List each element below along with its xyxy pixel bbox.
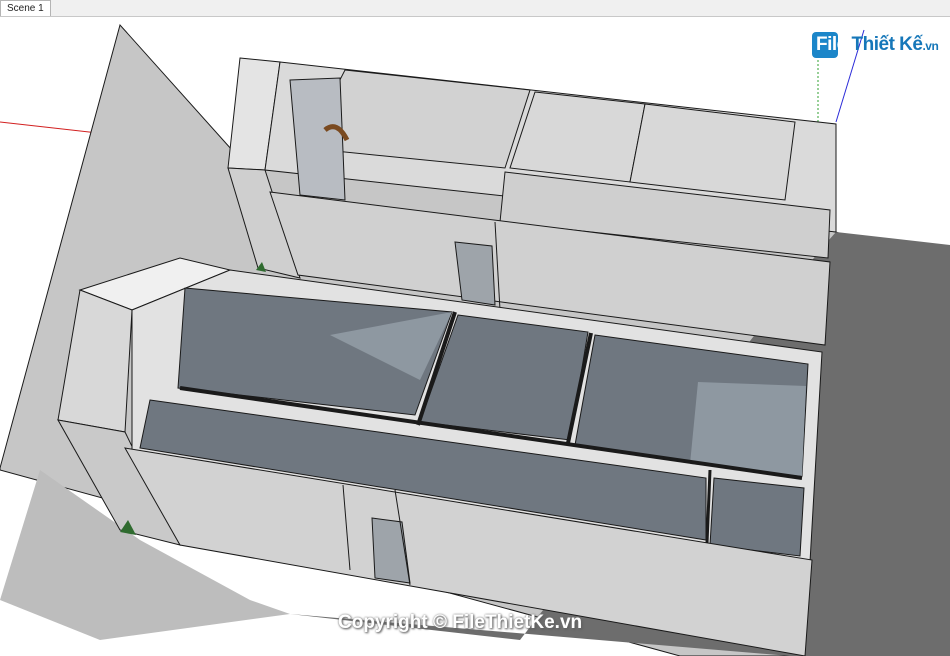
front-floor-light-3 (690, 382, 806, 476)
scene-tab-bar: Scene 1 (0, 0, 950, 17)
back-room-2 (509, 91, 646, 183)
scene-tab[interactable]: Scene 1 (0, 0, 51, 16)
logo-text-domain: .vn (922, 39, 939, 53)
front-small-room-floor (709, 477, 805, 557)
logo-text-main: Thiết Kế (846, 34, 923, 55)
back-door-opening (454, 241, 496, 306)
model-canvas[interactable] (0, 17, 950, 656)
copyright-watermark: Copyright © FileThietKe.vn (338, 612, 583, 633)
logo-text: File Thiết Kế.vn (816, 34, 939, 56)
logo-text-file: File (816, 34, 847, 55)
3d-viewport[interactable]: File Thiết Kế.vn (0, 17, 950, 656)
